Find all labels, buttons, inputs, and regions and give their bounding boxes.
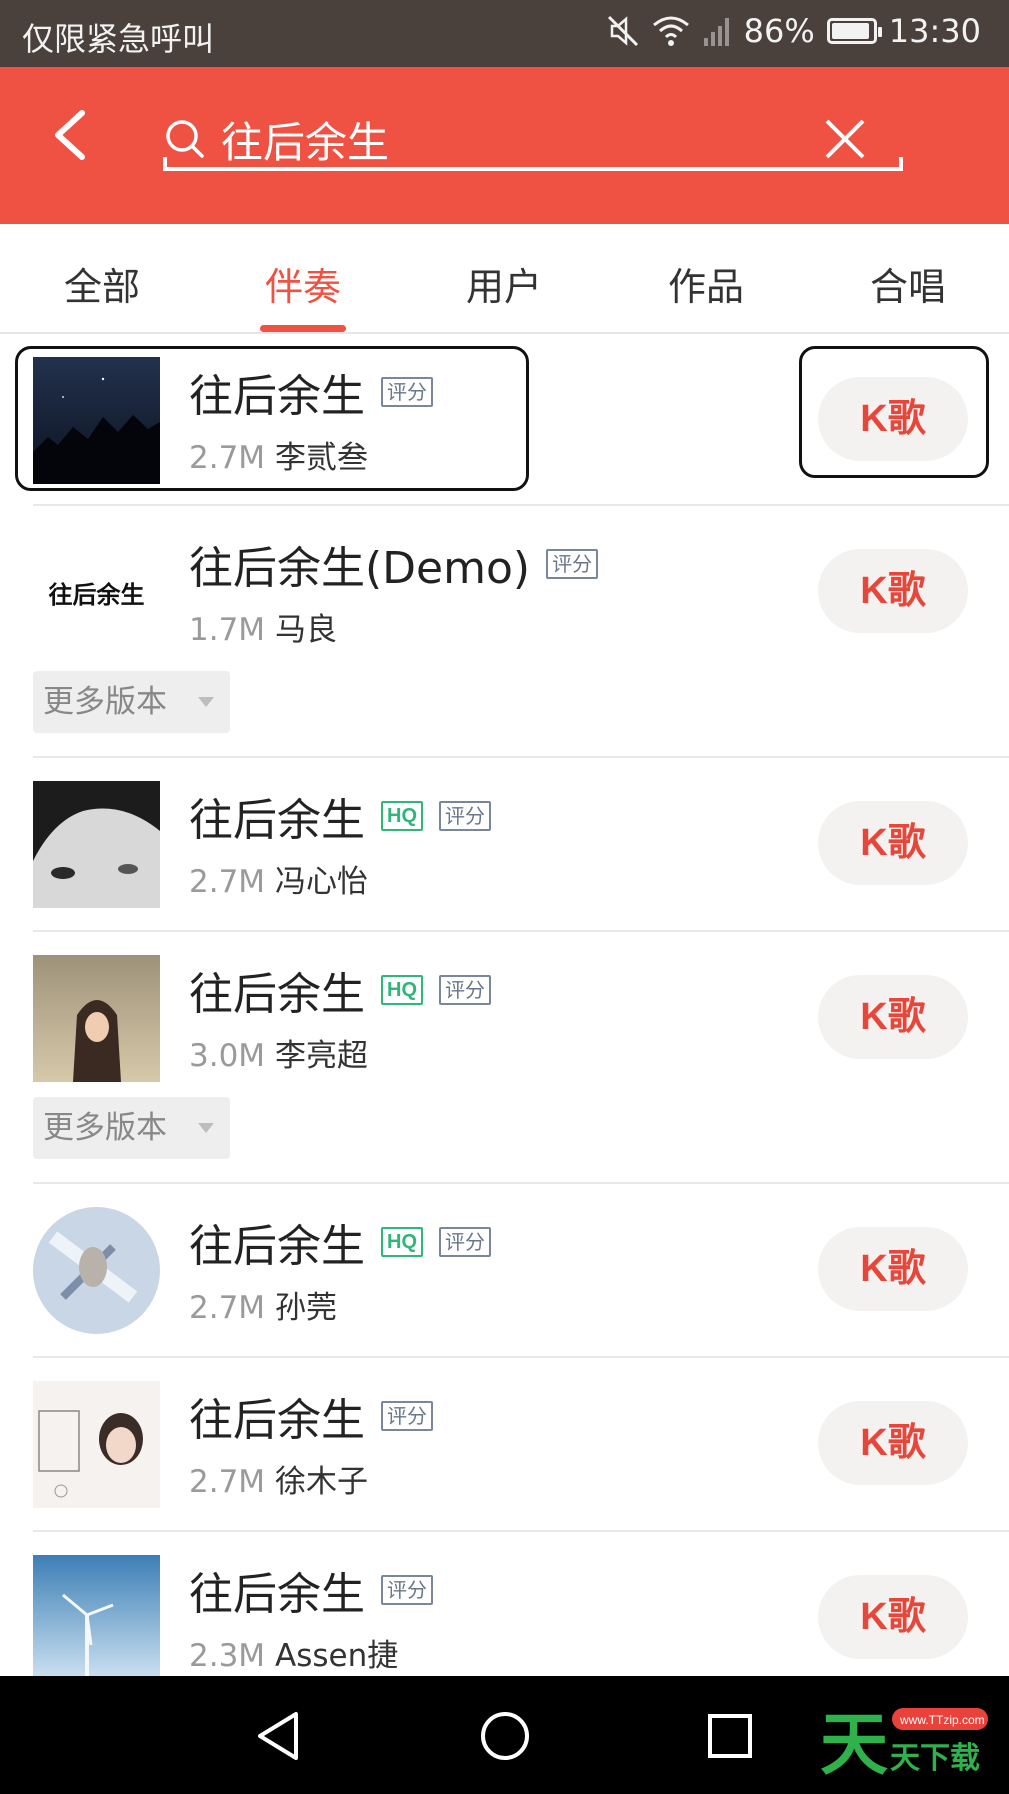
tab-all[interactable]: 全部	[32, 256, 172, 311]
song-title: 往后余生	[189, 795, 365, 846]
song-title: 往后余生	[189, 1395, 365, 1446]
tab-chorus[interactable]: 合唱	[838, 256, 978, 311]
artist-name: 徐木子	[275, 1464, 369, 1500]
list-item[interactable]: 往后余生 往后余生(Demo) 评分 1.7M 马良 K歌 更多版本	[33, 506, 1009, 758]
file-size: 2.7M	[189, 864, 266, 900]
sing-button[interactable]: K歌	[818, 549, 968, 633]
nav-recents-icon[interactable]	[700, 1706, 760, 1766]
highlight-box-song-info	[15, 346, 529, 491]
list-item[interactable]: 往后余生 HQ 评分 3.0M 李亮超 K歌 更多版本	[33, 932, 1009, 1184]
svg-text:www.TTzip.com: www.TTzip.com	[899, 1713, 985, 1727]
artist-name: 孙莞	[275, 1290, 338, 1326]
sing-button[interactable]: K歌	[818, 1401, 968, 1485]
tab-accompaniment[interactable]: 伴奏	[233, 256, 373, 311]
tab-works[interactable]: 作品	[636, 256, 776, 311]
cover-image	[33, 1381, 160, 1508]
more-versions-label: 更多版本	[43, 684, 167, 720]
nav-home-icon[interactable]	[475, 1706, 535, 1766]
score-badge: 评分	[381, 1575, 433, 1605]
song-title: 往后余生(Demo)	[189, 543, 531, 594]
score-badge: 评分	[381, 1401, 433, 1431]
file-size: 2.3M	[189, 1638, 266, 1674]
artist-name: 冯心怡	[275, 864, 369, 900]
artist-name: 马良	[275, 612, 338, 648]
sing-button[interactable]: K歌	[818, 1575, 968, 1659]
more-versions-label: 更多版本	[43, 1110, 167, 1146]
carrier-text: 仅限紧急呼叫	[22, 20, 215, 58]
back-arrow-icon[interactable]	[44, 105, 104, 165]
song-title: 往后余生	[189, 1221, 365, 1272]
search-input[interactable]	[221, 107, 781, 171]
cover-image: 往后余生	[33, 529, 160, 656]
dropdown-triangle-icon	[198, 697, 214, 707]
mute-icon	[607, 15, 638, 47]
wifi-icon	[652, 16, 689, 46]
more-versions-button[interactable]: 更多版本	[33, 1097, 230, 1159]
cover-image	[33, 955, 160, 1082]
svg-text:天下载: 天下载	[890, 1741, 980, 1776]
result-list: 往后余生 评分 2.7M 李贰叁 K歌 往后余生 往后余生(Demo) 评分 1.…	[0, 334, 1009, 1706]
sing-button[interactable]: K歌	[818, 1227, 968, 1311]
svg-text:天: 天	[820, 1706, 888, 1780]
sing-button[interactable]: K歌	[818, 975, 968, 1059]
battery-icon	[826, 18, 882, 44]
clock: 13:30	[888, 12, 981, 50]
tab-users[interactable]: 用户	[434, 256, 574, 311]
hq-badge: HQ	[381, 801, 423, 831]
list-item[interactable]: 往后余生 HQ 评分 2.7M 冯心怡 K歌	[33, 758, 1009, 932]
battery-percent: 86%	[743, 12, 815, 50]
search-icon	[166, 120, 204, 158]
hq-badge: HQ	[381, 975, 423, 1005]
sing-button[interactable]: K歌	[818, 801, 968, 885]
signal-icon	[703, 18, 729, 46]
file-size: 3.0M	[189, 1038, 266, 1074]
search-bar	[163, 107, 903, 171]
tab-bar: 全部 伴奏 用户 作品 合唱	[0, 224, 1009, 334]
cover-image	[33, 1555, 160, 1682]
song-title: 往后余生	[189, 969, 365, 1020]
song-title: 往后余生	[189, 1569, 365, 1620]
cover-image	[33, 781, 160, 908]
more-versions-button[interactable]: 更多版本	[33, 671, 230, 733]
score-badge: 评分	[546, 549, 599, 579]
dropdown-triangle-icon	[198, 1123, 214, 1133]
tab-active-indicator	[260, 325, 346, 332]
score-badge: 评分	[439, 975, 491, 1005]
score-badge: 评分	[439, 1227, 491, 1257]
score-badge: 评分	[439, 801, 491, 831]
clear-icon[interactable]	[821, 115, 869, 163]
search-header	[0, 67, 1009, 224]
artist-name: Assen捷	[275, 1638, 399, 1674]
file-size: 1.7M	[189, 612, 266, 648]
list-item[interactable]: 往后余生 评分 2.7M 徐木子 K歌	[33, 1358, 1009, 1532]
highlight-box-sing-button	[799, 346, 989, 478]
nav-back-icon[interactable]	[250, 1706, 310, 1766]
cover-image	[33, 1207, 160, 1334]
file-size: 2.7M	[189, 1464, 266, 1500]
watermark-logo: 天 www.TTzip.com 天下载	[820, 1700, 990, 1785]
file-size: 2.7M	[189, 1290, 266, 1326]
hq-badge: HQ	[381, 1227, 423, 1257]
status-bar: 仅限紧急呼叫 86% 13:30	[0, 0, 1009, 67]
list-item[interactable]: 往后余生 HQ 评分 2.7M 孙莞 K歌	[33, 1184, 1009, 1358]
artist-name: 李亮超	[275, 1038, 369, 1074]
